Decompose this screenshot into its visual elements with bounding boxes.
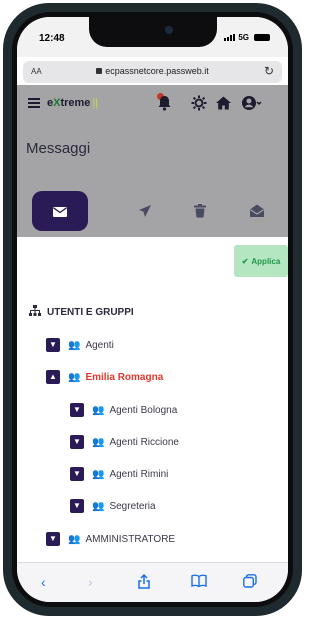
brand-logo[interactable]: eXtreme || [47, 97, 98, 109]
tree-item[interactable]: ▼ 👥 AMMINISTRATORE [46, 532, 175, 546]
tree-item[interactable]: ▼ 👥 Agenti Bologna [70, 403, 177, 417]
envelope-open-icon [250, 202, 264, 218]
status-time: 12:48 [39, 33, 65, 44]
section-title: UTENTI E GRUPPI [47, 306, 134, 318]
url-value: ecpassnetcore.passweb.it [105, 66, 209, 76]
message-tabs [17, 191, 288, 231]
share-icon[interactable] [138, 573, 150, 592]
chevron-down-icon[interactable]: ▼ [70, 499, 84, 513]
screen: 12:48 5G AA ecpassnetcore.passweb.it ↻ e… [17, 17, 288, 602]
trash-icon [194, 202, 206, 218]
battery-icon [254, 34, 270, 41]
tree-item[interactable]: ▼ 👥 Segreteria [70, 499, 156, 513]
tree-item-label: Agenti Bologna [109, 404, 178, 416]
address-bar[interactable]: AA ecpassnetcore.passweb.it ↻ [23, 61, 282, 83]
send-icon [138, 202, 152, 217]
page-title: Messaggi [26, 140, 91, 157]
tree-item[interactable]: ▲ 👥 Emilia Romagna [46, 370, 163, 384]
network-label: 5G [238, 33, 249, 42]
chevron-down-icon[interactable]: ▼ [46, 532, 60, 546]
main-content: ✔ Applica UTENTI E GRUPPI ▼ 👥 Agenti ▲ 👥… [17, 237, 288, 562]
url-text[interactable]: ecpassnetcore.passweb.it [23, 66, 282, 76]
users-icon: 👥 [68, 533, 81, 545]
tree-item-label: Agenti Rimini [109, 468, 169, 480]
tree-item-label: Agenti [85, 339, 114, 351]
check-icon: ✔ [241, 256, 249, 266]
status-right: 5G [224, 33, 270, 42]
chevron-down-icon[interactable]: ▼ [70, 467, 84, 481]
notch [89, 17, 217, 47]
users-icon: 👥 [92, 468, 105, 480]
app-bar: eXtreme || [17, 85, 288, 125]
users-icon: 👥 [92, 500, 105, 512]
tree-item[interactable]: ▼ 👥 Agenti Rimini [70, 467, 168, 481]
tab-read[interactable] [242, 195, 272, 225]
apply-button[interactable]: ✔ Applica [234, 245, 288, 277]
chevron-down-icon[interactable]: ▼ [70, 435, 84, 449]
tab-sent[interactable] [130, 195, 160, 225]
dimmed-header-area: eXtreme || Messaggi [17, 85, 288, 237]
chevron-up-icon[interactable]: ▲ [46, 370, 60, 384]
tree-item-label: AMMINISTRATORE [85, 533, 176, 545]
camera [165, 26, 173, 34]
users-icon: 👥 [68, 339, 81, 351]
browser-toolbar: ‹ › [17, 562, 288, 602]
tree-item[interactable]: ▼ 👥 Agenti Riccione [70, 435, 179, 449]
users-icon: 👥 [92, 436, 105, 448]
tab-trash[interactable] [185, 195, 215, 225]
phone-frame: 12:48 5G AA ecpassnetcore.passweb.it ↻ e… [3, 3, 302, 616]
tree-item-label: Agenti Riccione [109, 436, 179, 448]
bell-icon[interactable] [157, 95, 172, 115]
brand-bar: || [92, 97, 99, 109]
users-groups-header: UTENTI E GRUPPI [29, 305, 134, 319]
chevron-down-icon[interactable]: ▼ [46, 338, 60, 352]
sitemap-icon [29, 305, 41, 319]
apply-label: Applica [251, 256, 281, 266]
user-icon[interactable] [241, 95, 263, 115]
tree-item-label: Emilia Romagna [85, 371, 164, 383]
phone-bezel: 12:48 5G AA ecpassnetcore.passweb.it ↻ e… [12, 12, 293, 607]
brand-rest: treme [60, 97, 91, 109]
lock-icon [96, 68, 103, 74]
menu-icon[interactable] [28, 98, 40, 108]
bookmarks-icon[interactable] [191, 574, 207, 590]
tree-item[interactable]: ▼ 👥 Agenti [46, 338, 114, 352]
sun-icon[interactable] [191, 95, 207, 115]
users-icon: 👥 [68, 371, 81, 383]
users-icon: 👥 [92, 404, 105, 416]
home-icon[interactable] [215, 95, 232, 115]
envelope-icon [53, 203, 67, 218]
forward-icon[interactable]: › [88, 574, 93, 590]
tree-item-label: Segreteria [109, 500, 156, 512]
back-icon[interactable]: ‹ [41, 574, 46, 590]
tab-inbox[interactable] [32, 191, 88, 231]
chevron-down-icon[interactable]: ▼ [70, 403, 84, 417]
tabs-icon[interactable] [243, 574, 257, 591]
reload-icon[interactable]: ↻ [264, 64, 274, 78]
signal-icon [224, 34, 236, 41]
